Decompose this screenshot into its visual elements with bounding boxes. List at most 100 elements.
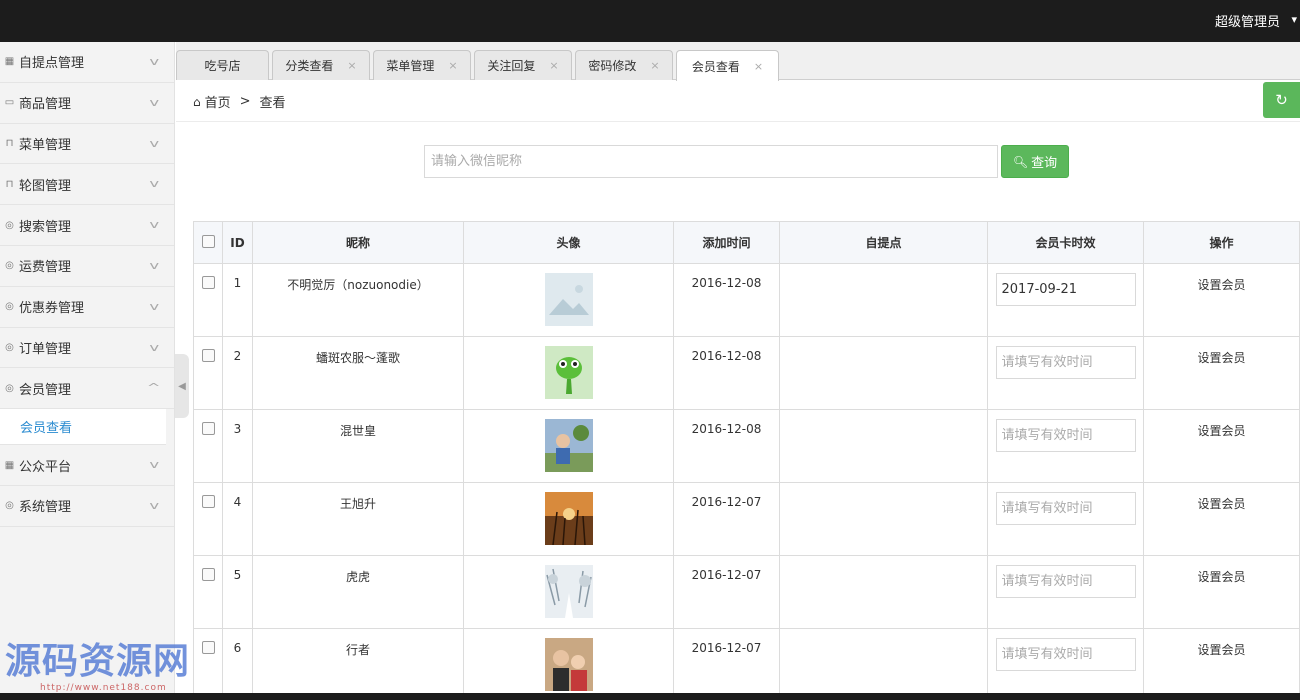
tab-label: 密码修改 <box>588 59 637 73</box>
search-input[interactable] <box>424 145 998 178</box>
column-header-expiry: 会员卡时效 <box>987 221 1144 264</box>
chat-icon: ◎ <box>5 382 14 394</box>
sidebar-item-label: 轮图管理 <box>19 178 72 194</box>
set-member-link[interactable]: 设置会员 <box>1197 497 1245 511</box>
building-icon: ▦ <box>4 56 15 68</box>
action-cell: 设置会员 <box>1143 336 1300 410</box>
chevron-down-icon: v <box>149 340 160 354</box>
search-button[interactable]: 🔍︎ 查询 <box>1001 145 1069 178</box>
set-member-link[interactable]: 设置会员 <box>1197 424 1245 438</box>
close-icon[interactable]: × <box>448 59 457 72</box>
user-menu-icon[interactable]: ▾ <box>1291 13 1297 26</box>
top-bar: 超级管理员 ▾ <box>0 0 1300 42</box>
tab-label: 吃号店 <box>204 59 241 73</box>
avatar-cell <box>463 263 674 337</box>
refresh-button[interactable]: ↻ <box>1263 82 1300 118</box>
close-icon[interactable]: × <box>347 59 356 72</box>
expiry-input[interactable] <box>995 346 1136 379</box>
set-member-link[interactable]: 设置会员 <box>1197 570 1245 584</box>
tab-category-view[interactable]: 分类查看 × <box>272 50 370 80</box>
tab-menu-management[interactable]: 菜单管理 × <box>373 50 471 80</box>
expiry-input[interactable] <box>995 273 1136 306</box>
row-checkbox[interactable] <box>201 568 215 581</box>
expiry-input[interactable] <box>995 419 1136 452</box>
row-checkbox[interactable] <box>201 276 215 289</box>
sidebar-item-orders[interactable]: ◎ 订单管理 v <box>0 328 174 369</box>
sidebar-item-label: 会员管理 <box>19 382 72 398</box>
expiry-cell <box>987 263 1144 337</box>
sidebar-item-platform[interactable]: ▦ 公众平台 v <box>0 445 174 486</box>
nickname-cell: 不明觉厉（nozuonodie） <box>252 263 464 337</box>
id-cell: 5 <box>222 555 253 629</box>
action-cell: 设置会员 <box>1143 263 1300 337</box>
avatar <box>544 638 593 691</box>
tab-follow-reply[interactable]: 关注回复 × <box>474 50 572 80</box>
sidebar-item-members[interactable]: ◎ 会员管理 ^ <box>0 368 174 410</box>
sidebar-item-label: 系统管理 <box>19 500 72 516</box>
chat-icon: ◎ <box>5 500 14 512</box>
added-time-cell: 2016-12-08 <box>673 263 780 337</box>
id-cell: 6 <box>222 628 253 700</box>
chevron-up-icon: ^ <box>146 381 161 395</box>
tab-label: 会员查看 <box>691 59 740 74</box>
user-name[interactable]: 超级管理员 <box>1215 11 1280 30</box>
bag-icon: ⊓ <box>5 178 14 190</box>
chat-icon: ◎ <box>5 341 14 353</box>
sidebar-subitem-label: 会员查看 <box>20 421 73 437</box>
close-icon[interactable]: × <box>650 59 659 72</box>
set-member-link[interactable]: 设置会员 <box>1197 351 1245 365</box>
sidebar-item-label: 公众平台 <box>19 459 72 475</box>
tab-label: 菜单管理 <box>386 59 435 73</box>
chevron-down-icon: v <box>149 136 160 150</box>
avatar <box>544 419 593 472</box>
column-header-pickup: 自提点 <box>779 221 988 264</box>
sidebar-item-products[interactable]: ▭ 商品管理 v <box>0 83 174 124</box>
avatar <box>544 273 593 326</box>
sidebar-item-label: 自提点管理 <box>19 56 85 72</box>
sidebar-item-pickup[interactable]: ▦ 自提点管理 v <box>0 42 174 83</box>
expiry-input[interactable] <box>995 638 1136 671</box>
row-checkbox[interactable] <box>201 641 215 654</box>
sidebar-item-search[interactable]: ◎ 搜索管理 v <box>0 205 174 246</box>
sidebar-collapse-handle[interactable]: ◀ <box>175 354 189 418</box>
expiry-input[interactable] <box>995 565 1136 598</box>
tab-store[interactable]: 吃号店 <box>176 50 269 80</box>
tab-member-view[interactable]: 会员查看 × <box>676 50 779 81</box>
sidebar-item-coupons[interactable]: ◎ 优惠券管理 v <box>0 287 174 328</box>
row-checkbox[interactable] <box>201 495 215 508</box>
sidebar-subitem-member-view[interactable]: 会员查看 <box>0 409 166 446</box>
row-select-cell <box>193 482 223 556</box>
row-checkbox[interactable] <box>201 349 215 362</box>
id-cell: 1 <box>222 263 253 337</box>
watermark-url: http://www.net188.com <box>40 683 167 693</box>
tab-password-change[interactable]: 密码修改 × <box>575 50 673 80</box>
nickname-cell: 王旭升 <box>252 482 464 556</box>
tab-label: 关注回复 <box>487 59 536 73</box>
set-member-link[interactable]: 设置会员 <box>1197 278 1245 292</box>
avatar-cell <box>463 482 674 556</box>
sidebar-item-menu[interactable]: ⊓ 菜单管理 v <box>0 124 174 165</box>
avatar <box>544 565 593 618</box>
bag-icon: ⊓ <box>5 137 14 149</box>
close-icon[interactable]: × <box>754 60 763 73</box>
chevron-down-icon: v <box>149 55 160 68</box>
sidebar-item-system[interactable]: ◎ 系统管理 v <box>0 486 174 527</box>
breadcrumb-home[interactable]: 首页 <box>205 92 231 111</box>
chevron-down-icon: v <box>149 177 160 191</box>
select-all-checkbox[interactable] <box>201 234 215 248</box>
chevron-down-icon: v <box>149 498 160 512</box>
pickup-cell <box>779 555 988 629</box>
sidebar-item-shipping[interactable]: ◎ 运费管理 v <box>0 246 174 287</box>
table-row: 6 行者 2016-12-07 设置会员 <box>193 628 1300 700</box>
set-member-link[interactable]: 设置会员 <box>1197 643 1245 657</box>
breadcrumb: ⌂ 首页 > 查看 <box>193 92 286 111</box>
expiry-input[interactable] <box>995 492 1136 525</box>
added-time-cell: 2016-12-08 <box>673 336 780 410</box>
close-icon[interactable]: × <box>549 59 558 72</box>
table-header-row: ID 昵称 头像 添加时间 自提点 会员卡时效 操作 <box>193 221 1300 264</box>
sidebar-item-label: 菜单管理 <box>19 137 72 153</box>
sidebar-item-carousel[interactable]: ⊓ 轮图管理 v <box>0 164 174 206</box>
building-icon: ▦ <box>4 459 15 471</box>
row-checkbox[interactable] <box>201 422 215 435</box>
table-row: 3 混世皇 2016-12-08 设置会员 <box>193 409 1300 483</box>
